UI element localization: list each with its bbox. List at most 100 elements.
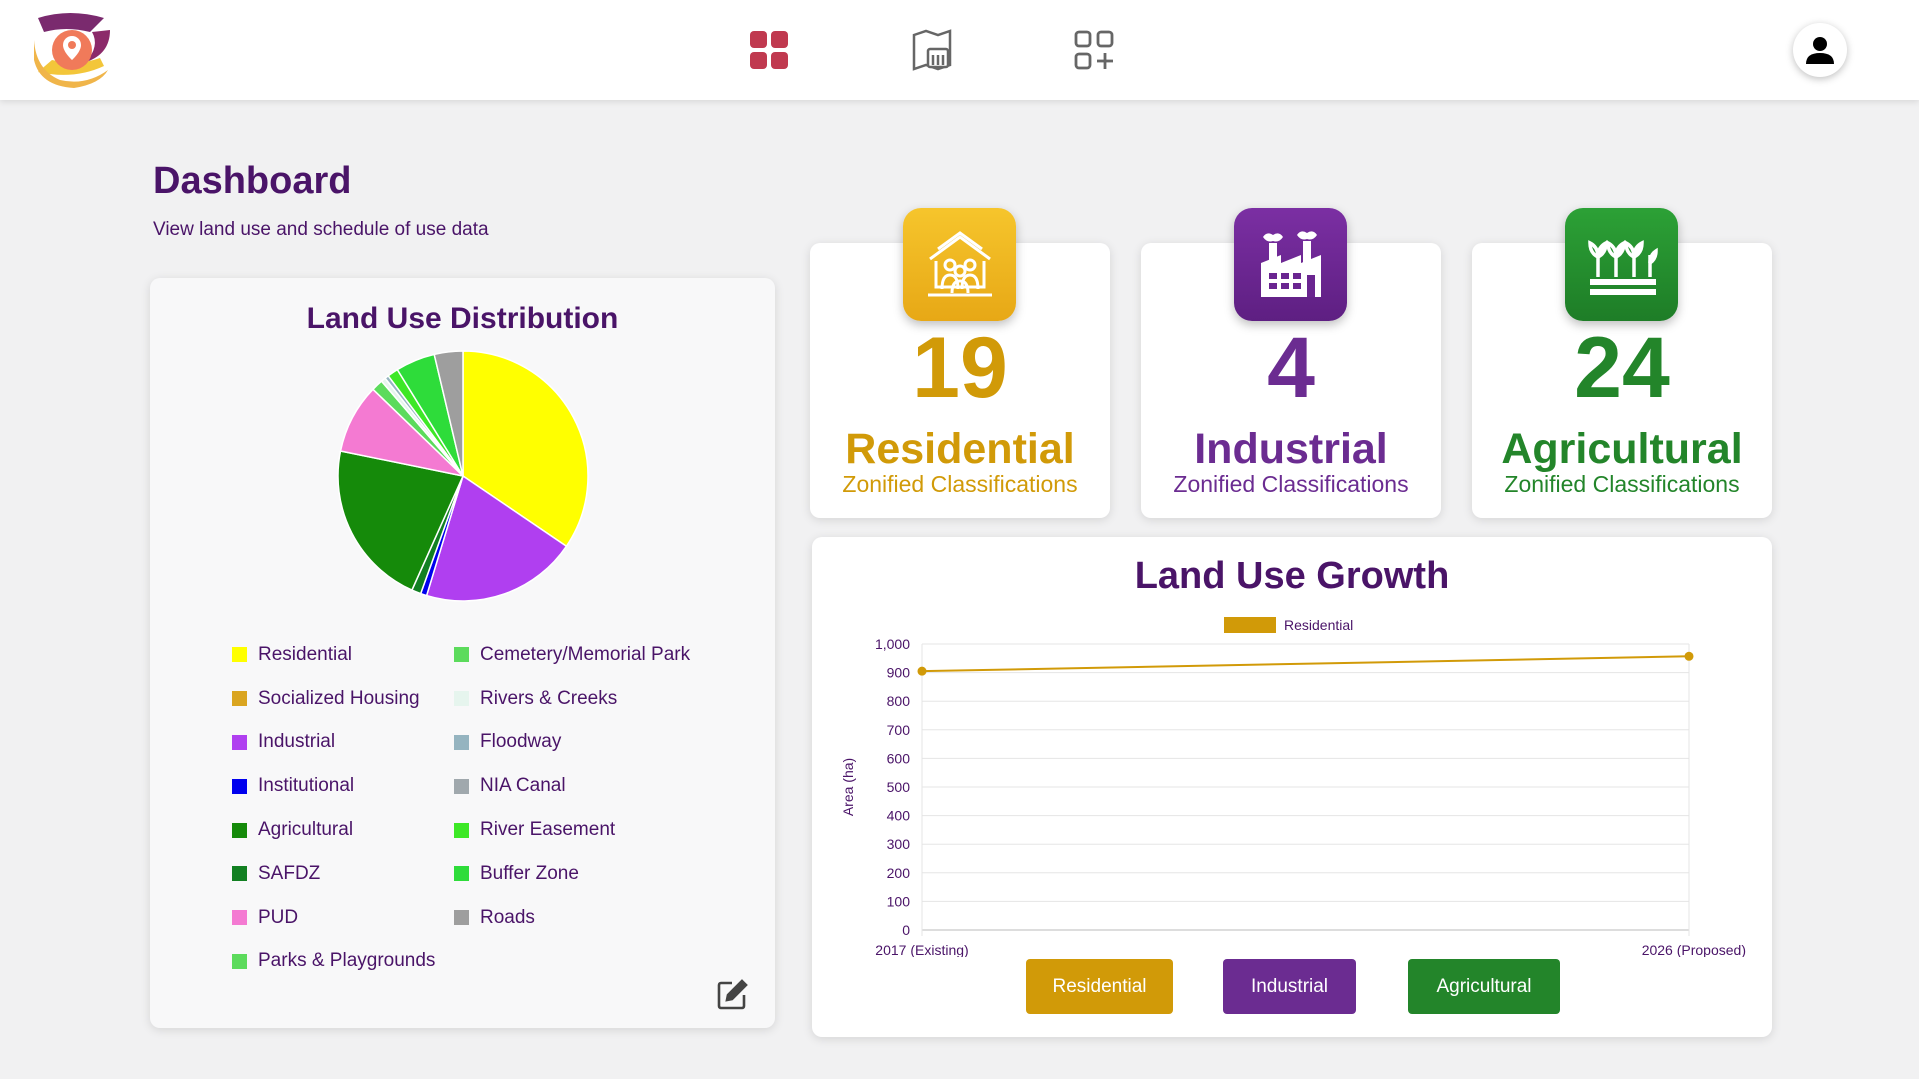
y-tick-label: 1,000 <box>875 636 910 652</box>
y-tick-label: 200 <box>887 865 911 881</box>
legend-item[interactable]: Buffer Zone <box>454 852 734 896</box>
legend-label: PUD <box>258 906 299 928</box>
legend-swatch <box>454 822 469 838</box>
residential-filter-button[interactable]: Residential <box>1026 959 1173 1014</box>
legend-label: Industrial <box>258 731 336 753</box>
legend-swatch <box>454 734 469 750</box>
legend-item[interactable]: Socialized Housing <box>232 677 454 721</box>
legend-item[interactable]: Roads <box>454 896 734 940</box>
legend-label: Floodway <box>480 731 562 753</box>
legend-swatch <box>232 953 247 969</box>
legend-swatch <box>454 647 469 663</box>
stat-card-agricultural[interactable]: 24 Agricultural Zonified Classifications <box>1472 208 1772 518</box>
legend-label: Institutional <box>258 775 355 797</box>
legend-label: Agricultural <box>258 819 354 841</box>
y-tick-label: 600 <box>887 750 911 766</box>
industrial-filter-button[interactable]: Industrial <box>1223 959 1356 1014</box>
pie-chart-title: Land Use Distribution <box>306 302 619 335</box>
legend-item[interactable]: Cemetery/Memorial Park <box>454 633 734 677</box>
x-tick-label: 2026 (Proposed) <box>1642 942 1746 957</box>
y-tick-label: 500 <box>887 779 911 795</box>
legend-swatch <box>232 910 247 926</box>
y-tick-label: 400 <box>887 808 911 824</box>
legend-label: Cemetery/Memorial Park <box>480 643 691 665</box>
legend-swatch <box>454 691 469 707</box>
legend-item[interactable]: Parks & Playgrounds <box>232 940 454 984</box>
crops-icon <box>1587 239 1658 295</box>
legend-label: River Easement <box>480 819 616 841</box>
stat-badge-residential <box>903 208 1016 321</box>
land-use-pie-chart[interactable] <box>335 348 591 604</box>
legend-swatch <box>232 866 247 882</box>
legend-swatch <box>232 734 247 750</box>
stat-card-residential[interactable]: 19 Residential Zonified Classifications <box>810 208 1110 518</box>
y-tick-label: 700 <box>887 722 911 738</box>
dashboard-icon[interactable] <box>745 26 793 74</box>
land-use-growth-line-chart[interactable]: Residential 0 100 200 300 400 500 600 700 800 900 1… <box>812 537 1772 957</box>
legend-label: SAFDZ <box>258 862 321 884</box>
add-widget-icon[interactable] <box>1070 26 1118 74</box>
stat-number-residential: 19 <box>912 320 1008 416</box>
y-tick-label: 300 <box>887 836 911 852</box>
land-use-distribution-card: Land Use Distribution Residential Cemeter… <box>150 278 775 1028</box>
residential-data-point[interactable] <box>1684 651 1694 661</box>
legend-swatch <box>232 691 247 707</box>
y-tick-label: 100 <box>887 893 911 909</box>
legend-label: Roads <box>480 906 535 928</box>
y-axis-label: Area (ha) <box>840 758 856 816</box>
stat-number-industrial: 4 <box>1267 320 1315 416</box>
legend-item[interactable]: Industrial <box>232 721 454 765</box>
stat-badge-agricultural <box>1565 208 1678 321</box>
stat-badge-industrial <box>1234 208 1347 321</box>
stat-number-agricultural: 24 <box>1574 320 1670 416</box>
legend-swatch <box>454 778 469 794</box>
edit-icon[interactable] <box>715 978 749 1012</box>
legend-label: Socialized Housing <box>258 687 420 709</box>
stat-label-residential: Residential <box>845 425 1075 473</box>
page-subtitle: View land use and schedule of use data <box>153 219 489 240</box>
legend-label: Parks & Playgrounds <box>258 950 436 972</box>
residential-series-line <box>921 655 1690 673</box>
legend-item[interactable]: Institutional <box>232 764 454 808</box>
legend-swatch <box>232 647 247 663</box>
land-use-growth-card: Land Use Growth Residential 0 100 200 300 400… <box>812 537 1772 1037</box>
stat-sub-industrial: Zonified Classifications <box>1173 471 1409 497</box>
app-logo[interactable] <box>30 10 114 90</box>
legend-item[interactable]: Agricultural <box>232 808 454 852</box>
legend-label: Residential <box>258 643 352 665</box>
legend-item[interactable]: Floodway <box>454 721 734 765</box>
page-title: Dashboard <box>153 160 352 202</box>
legend-item[interactable]: PUD <box>232 896 454 940</box>
factory-icon <box>1260 230 1321 297</box>
legend-label: NIA Canal <box>480 775 566 797</box>
legend-swatch <box>232 778 247 794</box>
legend-item[interactable]: Residential <box>232 633 454 677</box>
legend-label: Buffer Zone <box>480 862 579 884</box>
y-tick-label: 800 <box>887 693 911 709</box>
legend-item[interactable]: NIA Canal <box>454 764 734 808</box>
legend-swatch <box>232 822 247 838</box>
stat-sub-residential: Zonified Classifications <box>842 471 1078 497</box>
map-layers-icon[interactable] <box>908 26 956 74</box>
residential-data-point[interactable] <box>917 666 927 676</box>
stat-label-industrial: Industrial <box>1194 425 1388 473</box>
legend-item[interactable]: Rivers & Creeks <box>454 677 734 721</box>
growth-legend-label: Residential <box>1284 617 1353 633</box>
stat-label-agricultural: Agricultural <box>1501 425 1743 473</box>
legend-label: Rivers & Creeks <box>480 687 618 709</box>
x-tick-label: 2017 (Existing) <box>875 942 968 957</box>
stat-card-industrial[interactable]: 4 Industrial Zonified Classifications <box>1141 208 1441 518</box>
pie-legend: Residential Cemetery/Memorial Park Sociali… <box>232 633 752 983</box>
legend-item[interactable]: SAFDZ <box>232 852 454 896</box>
growth-legend-swatch <box>1224 617 1276 633</box>
residential-community-icon <box>927 230 992 296</box>
user-icon <box>1806 37 1834 64</box>
y-tick-label: 0 <box>902 922 910 938</box>
y-tick-label: 900 <box>887 665 911 681</box>
top-navbar <box>0 0 1919 100</box>
legend-swatch <box>454 910 469 926</box>
legend-swatch <box>454 866 469 882</box>
legend-item[interactable]: River Easement <box>454 808 734 852</box>
agricultural-filter-button[interactable]: Agricultural <box>1408 959 1560 1014</box>
user-avatar[interactable] <box>1793 23 1847 77</box>
